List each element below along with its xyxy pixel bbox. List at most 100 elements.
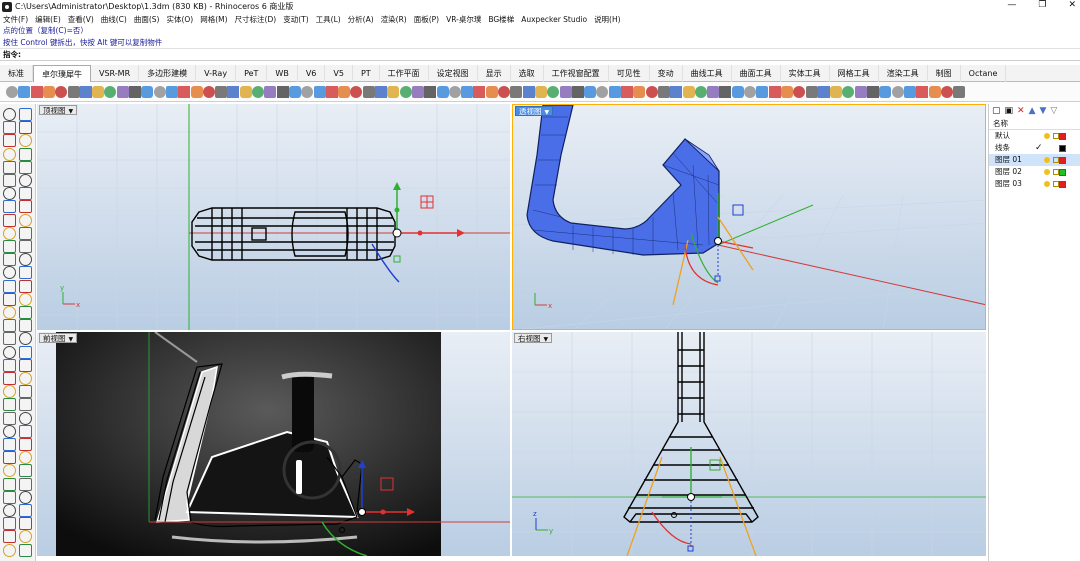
sidebar-tool-icon[interactable] [19, 108, 32, 121]
sidebar-tool-icon[interactable] [3, 438, 16, 451]
sidebar-tool-icon[interactable] [3, 398, 16, 412]
toolbar-tool-icon[interactable] [276, 86, 289, 98]
tab-set-view[interactable]: 设定视图 [429, 65, 478, 82]
tab-transform[interactable]: 变动 [650, 65, 683, 82]
toolbar-tool-icon[interactable] [744, 86, 756, 98]
sidebar-tool-icon[interactable] [3, 160, 16, 174]
sidebar-tool-icon[interactable] [19, 358, 32, 372]
tab-render-tools[interactable]: 渲染工具 [879, 65, 928, 82]
sidebar-tool-icon[interactable] [19, 200, 32, 214]
sidebar-tool-icon[interactable] [3, 490, 16, 504]
toolbar-tool-icon[interactable] [215, 86, 228, 98]
sidebar-tool-icon[interactable] [19, 306, 32, 319]
toolbar-tool-icon[interactable] [682, 86, 695, 98]
menu-dimension[interactable]: 尺寸标注(D) [235, 14, 277, 25]
layer-row[interactable]: 图层 03 [989, 178, 1080, 190]
toolbar-tool-icon[interactable] [325, 86, 338, 98]
toolbar-tool-icon[interactable] [891, 86, 904, 98]
menu-vr[interactable]: VR-桌尔璞 [446, 14, 481, 25]
layer-color-swatch[interactable] [1059, 145, 1066, 152]
sidebar-tool-icon[interactable] [19, 398, 32, 412]
tab-display[interactable]: 显示 [478, 65, 511, 82]
toolbar-tool-icon[interactable] [928, 86, 941, 98]
menu-view[interactable]: 查看(V) [68, 14, 94, 25]
toolbar-tool-icon[interactable] [165, 86, 178, 98]
menu-transform[interactable]: 变动(T) [283, 14, 308, 25]
sidebar-tool-icon[interactable] [3, 174, 16, 187]
move-up-icon[interactable]: ▲ [1029, 106, 1036, 116]
toolbar-tool-icon[interactable] [879, 86, 892, 98]
toolbar-tool-icon[interactable] [842, 86, 855, 98]
toolbar-tool-icon[interactable] [411, 86, 424, 98]
toolbar-tool-icon[interactable] [104, 86, 117, 98]
tab-wb[interactable]: WB [267, 65, 298, 82]
sidebar-tool-icon[interactable] [3, 424, 16, 438]
tab-polygon[interactable]: 多边形建模 [139, 65, 197, 82]
menu-help[interactable]: 说明(H) [594, 14, 621, 25]
lightbulb-icon[interactable] [1044, 181, 1050, 187]
toolbar-tool-icon[interactable] [584, 86, 597, 98]
toolbar-tool-icon[interactable] [780, 86, 793, 98]
viewport-front-label[interactable]: 前视图 ▼ [39, 333, 78, 343]
toolbar-tool-icon[interactable] [30, 86, 43, 98]
toolbar-tool-icon[interactable] [559, 86, 572, 98]
toolbar-tool-icon[interactable] [252, 86, 264, 98]
sidebar-tool-icon[interactable] [3, 385, 16, 399]
sidebar-tool-icon[interactable] [19, 160, 32, 174]
menu-file[interactable]: 文件(F) [3, 14, 28, 25]
toolbar-tool-icon[interactable] [387, 86, 400, 98]
sidebar-tool-icon[interactable] [3, 108, 16, 121]
command-input[interactable]: 指令: [0, 49, 1080, 61]
toolbar-tool-icon[interactable] [498, 86, 510, 98]
sidebar-tool-icon[interactable] [3, 477, 16, 491]
toolbar-tool-icon[interactable] [854, 86, 867, 98]
sidebar-tool-icon[interactable] [19, 240, 32, 253]
toolbar-tool-icon[interactable] [350, 86, 363, 98]
sidebar-tool-icon[interactable] [19, 292, 32, 306]
sidebar-tool-icon[interactable] [19, 411, 32, 425]
toolbar-tool-icon[interactable] [473, 86, 486, 98]
viewport-right-label[interactable]: 右视图 ▼ [514, 333, 553, 343]
viewport-top-label[interactable]: 顶视图 ▼ [39, 105, 78, 115]
toolbar-tool-icon[interactable] [867, 86, 879, 98]
sidebar-tool-icon[interactable] [3, 306, 16, 319]
toolbar-tool-icon[interactable] [633, 86, 646, 98]
viewport-front[interactable]: 前视图 ▼ [37, 332, 510, 556]
toolbar-tool-icon[interactable] [461, 86, 474, 98]
menu-solid[interactable]: 实体(O) [166, 14, 193, 25]
sidebar-tool-icon[interactable] [19, 438, 32, 451]
toolbar-tool-icon[interactable] [608, 86, 621, 98]
sidebar-tool-icon[interactable] [19, 504, 32, 517]
toolbar-tool-icon[interactable] [571, 86, 584, 98]
sidebar-tool-icon[interactable] [3, 187, 16, 201]
toolbar-tool-icon[interactable] [227, 86, 240, 98]
layer-color-swatch[interactable] [1059, 157, 1066, 164]
toolbar-tool-icon[interactable] [756, 86, 769, 98]
viewport-perspective[interactable]: 透视图 ▼ x [512, 104, 986, 330]
sidebar-tool-icon[interactable] [3, 411, 16, 425]
tab-octane[interactable]: Octane [961, 65, 1007, 82]
toolbar-tool-icon[interactable] [485, 86, 498, 98]
toolbar-tool-icon[interactable] [510, 86, 523, 98]
sidebar-tool-icon[interactable] [19, 253, 32, 267]
sidebar-tool-icon[interactable] [3, 213, 16, 227]
sidebar-tool-icon[interactable] [19, 121, 32, 135]
toolbar-tool-icon[interactable] [707, 86, 720, 98]
toolbar-tool-icon[interactable] [547, 86, 560, 98]
toolbar-tool-icon[interactable] [178, 86, 191, 98]
toolbar-tool-icon[interactable] [522, 86, 535, 98]
toolbar-tool-icon[interactable] [768, 86, 781, 98]
tab-standard[interactable]: 标准 [0, 65, 33, 82]
tab-zhuoerpu[interactable]: 卓尔璞犀牛 [33, 65, 91, 82]
toolbar-tool-icon[interactable] [817, 86, 830, 98]
toolbar-tool-icon[interactable] [940, 86, 953, 98]
toolbar-tool-icon[interactable] [153, 86, 166, 98]
toolbar-tool-icon[interactable] [301, 86, 314, 98]
toolbar-tool-icon[interactable] [264, 86, 277, 98]
sidebar-tool-icon[interactable] [3, 121, 16, 135]
tab-curve-tools[interactable]: 曲线工具 [683, 65, 732, 82]
sidebar-tool-icon[interactable] [19, 345, 32, 359]
layer-row[interactable]: 图层 01 [989, 154, 1080, 166]
lightbulb-icon[interactable] [1044, 157, 1050, 163]
sidebar-tool-icon[interactable] [3, 147, 16, 161]
